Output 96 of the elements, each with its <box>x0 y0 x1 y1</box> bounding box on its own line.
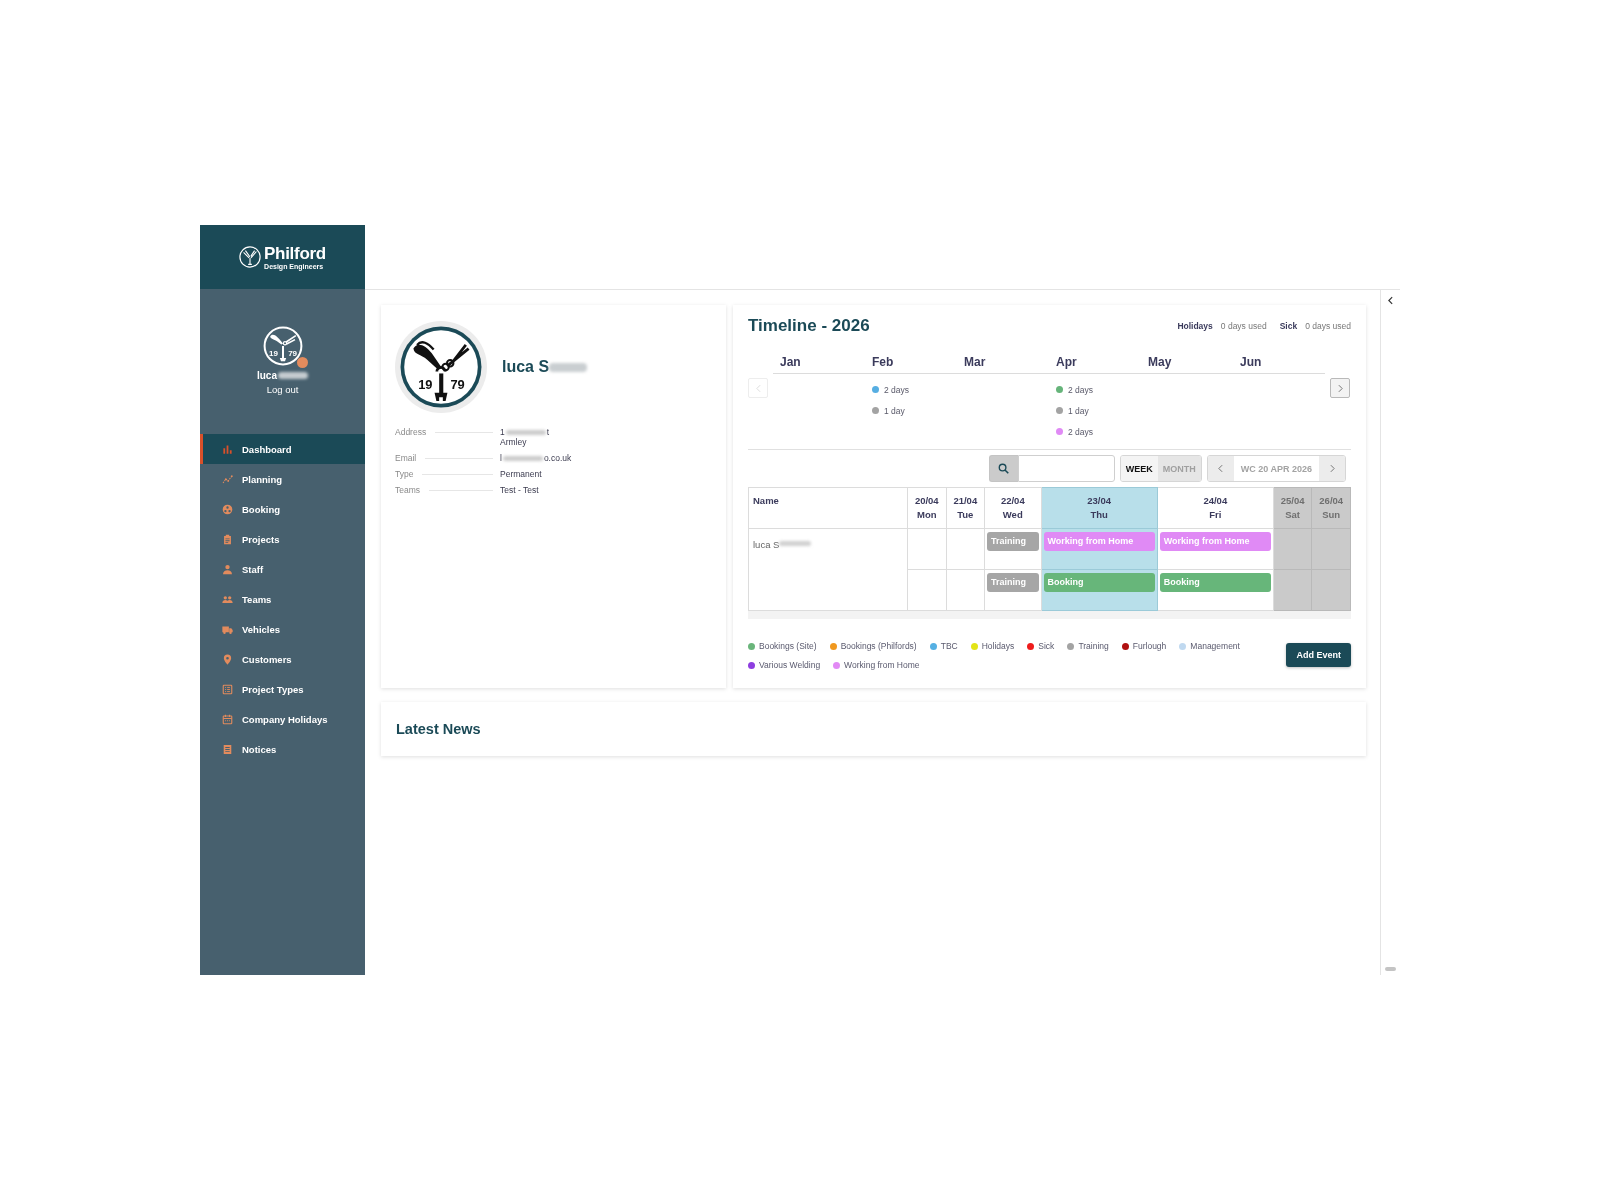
nav-item[interactable]: Planning <box>200 464 365 494</box>
previous-week-button[interactable] <box>1207 456 1234 481</box>
summary-value: 0 days used <box>1220 321 1267 331</box>
nav-item[interactable]: Notices <box>200 734 365 764</box>
brand-emblem-icon <box>239 246 262 268</box>
emblem-year: 79 <box>450 377 465 393</box>
nav-item[interactable]: Customers <box>200 644 365 674</box>
month-label: Feb <box>872 355 894 369</box>
legend-label: Bookings (Site) <box>759 641 817 651</box>
bar-chart-icon <box>222 443 233 455</box>
add-event-button[interactable]: Add Event <box>1286 643 1351 667</box>
people-icon <box>222 593 233 605</box>
search-field[interactable] <box>1017 455 1115 482</box>
detail-label: Teams <box>395 485 421 495</box>
detail-value: t <box>546 427 550 437</box>
search-icon <box>998 463 1010 474</box>
news-title: Latest News <box>396 721 481 737</box>
emblem-year: 19 <box>418 377 433 393</box>
nav-item[interactable]: Project Types <box>200 674 365 704</box>
day-cell <box>1273 569 1312 611</box>
day-header: 22/04 Wed <box>984 487 1041 529</box>
nav-item[interactable]: Teams <box>200 584 365 614</box>
legend-label: Holidays <box>981 641 1015 651</box>
emblem-year: 79 <box>287 349 297 358</box>
legend-label: Furlough <box>1132 641 1167 651</box>
day-count: 2 days <box>1068 426 1094 437</box>
day-header: 20/04 Mon <box>907 487 947 529</box>
collapse-chevron-icon[interactable] <box>1388 296 1393 305</box>
detail-value: Permanent <box>500 469 542 479</box>
legend-label: Sick <box>1038 641 1055 651</box>
nav-item[interactable]: Vehicles <box>200 614 365 644</box>
summary-label: Holidays <box>1177 321 1213 331</box>
timeline-title: Timeline - 2026 <box>748 316 870 336</box>
chevron-right-icon <box>1329 464 1335 473</box>
detail-label: Email <box>395 453 417 463</box>
emblem-year: 19 <box>268 349 278 358</box>
status-dot-icon <box>296 357 308 368</box>
nav-item[interactable]: Company Holidays <box>200 704 365 734</box>
nav-item[interactable]: Projects <box>200 524 365 554</box>
document-icon <box>222 743 233 755</box>
summary-value: 0 days used <box>1305 321 1351 331</box>
legend-label: Training <box>1078 641 1109 651</box>
clipboard-icon <box>222 533 233 545</box>
nav-item[interactable]: Dashboard <box>200 434 365 464</box>
scrollbar-track[interactable] <box>748 611 1351 619</box>
detail-value: 1 <box>500 427 505 437</box>
truck-icon <box>222 623 233 635</box>
detail-value: l <box>500 453 502 463</box>
month-label: Mar <box>964 355 986 369</box>
legend-label: TBC <box>940 641 958 651</box>
map-pin-icon <box>222 653 233 665</box>
logout-link[interactable]: Log out <box>266 384 299 395</box>
month-label: Jun <box>1240 355 1262 369</box>
nav-item[interactable]: Staff <box>200 554 365 584</box>
legend-label: Various Welding <box>759 660 821 670</box>
day-cell <box>1311 528 1351 570</box>
day-header: 24/04 Fri <box>1157 487 1274 529</box>
chevron-left-icon <box>1218 464 1224 473</box>
month-label: May <box>1148 355 1172 369</box>
day-header: 26/04 Sun <box>1311 487 1351 529</box>
column-header: Name <box>748 487 908 529</box>
staff-name: luca S <box>753 539 780 550</box>
legend-label: Working from Home <box>844 660 920 670</box>
trend-line-icon <box>222 473 233 485</box>
day-header: 21/04 Tue <box>946 487 985 529</box>
detail-value: Armley <box>500 437 527 447</box>
next-week-button[interactable] <box>1319 456 1345 481</box>
day-count: 2 days <box>1068 384 1094 395</box>
day-count: 1 day <box>1068 405 1089 416</box>
day-header: 23/04 Thu <box>1041 487 1158 529</box>
detail-value: o.co.uk <box>543 453 572 463</box>
brand-name: Philford <box>264 244 326 262</box>
day-header: 25/04 Sat <box>1273 487 1312 529</box>
calendar-icon <box>222 713 233 725</box>
profile-name: luca S <box>502 358 550 376</box>
search-button[interactable] <box>988 455 1018 482</box>
chevron-right-icon <box>1337 383 1343 393</box>
summary-label: Sick <box>1279 321 1298 331</box>
month-label: Apr <box>1056 355 1077 369</box>
day-cell <box>1311 569 1351 611</box>
day-count: 2 days <box>884 384 910 395</box>
user-name: luca <box>257 370 277 381</box>
scrollbar-thumb[interactable] <box>1385 967 1396 971</box>
day-count: 1 day <box>884 405 905 416</box>
view-tab[interactable]: WEEK <box>1120 456 1158 481</box>
month-label: Jan <box>780 355 801 369</box>
person-icon <box>222 563 233 575</box>
nav-item[interactable]: Booking <box>200 494 365 524</box>
detail-label: Type <box>395 469 414 479</box>
next-button[interactable] <box>1330 378 1350 398</box>
list-icon <box>222 683 233 695</box>
legend-label: Bookings (Philfords) <box>840 641 917 651</box>
legend-label: Management <box>1190 641 1240 651</box>
detail-value: Test - Test <box>500 485 539 495</box>
detail-label: Address <box>395 427 427 437</box>
day-cell <box>1273 528 1312 570</box>
